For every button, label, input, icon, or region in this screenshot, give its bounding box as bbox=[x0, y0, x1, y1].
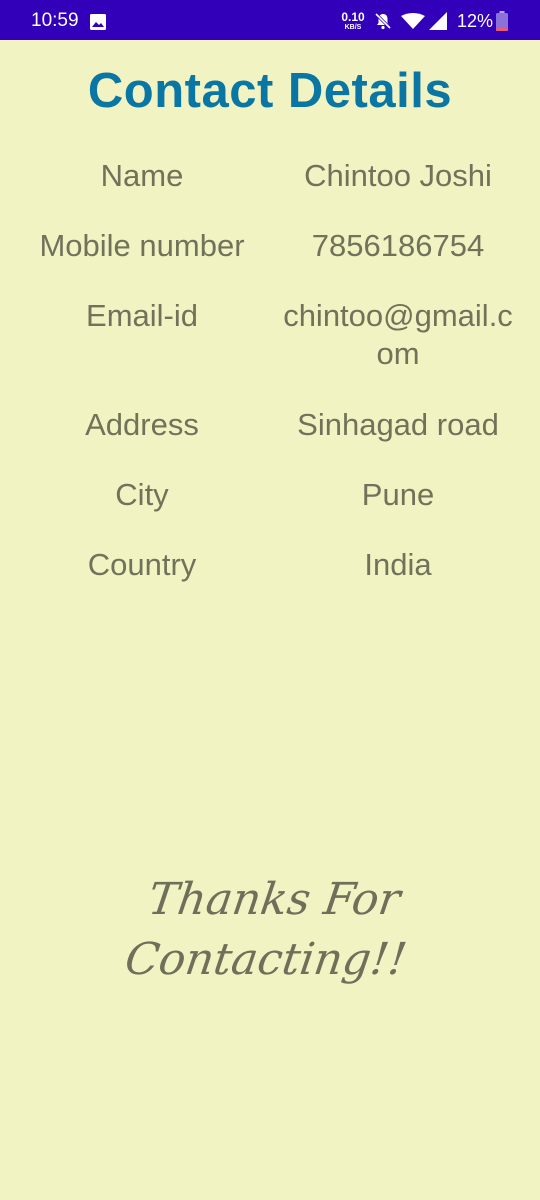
email-value: chintoo@gmail.com bbox=[283, 298, 513, 371]
city-value: Pune bbox=[361, 477, 435, 512]
name-value: Chintoo Joshi bbox=[304, 158, 492, 193]
network-speed: 0.10 KB/S bbox=[339, 11, 367, 31]
network-speed-value: 0.10 bbox=[341, 10, 365, 24]
wifi-icon bbox=[401, 13, 425, 29]
email-label: Email-id bbox=[86, 298, 198, 333]
mobile-number-label: Mobile number bbox=[39, 228, 245, 263]
address-value: Sinhagad road bbox=[297, 407, 499, 442]
country-label: Country bbox=[87, 547, 197, 582]
status-bar: 10:59 0.10 KB/S 12% bbox=[0, 0, 540, 40]
status-time: 10:59 bbox=[31, 10, 79, 31]
signal-icon bbox=[429, 12, 447, 30]
address-label: Address bbox=[85, 407, 199, 442]
network-speed-unit: KB/S bbox=[344, 24, 362, 31]
country-value: India bbox=[364, 547, 432, 582]
battery-icon bbox=[496, 11, 508, 31]
mute-icon bbox=[374, 12, 392, 30]
mobile-number-value: 7856186754 bbox=[311, 228, 485, 263]
page-title: Contact Details bbox=[87, 64, 453, 118]
gallery-icon bbox=[90, 14, 106, 30]
thanks-message: Thanks For Contacting!! bbox=[121, 874, 410, 985]
name-label: Name bbox=[100, 158, 184, 193]
battery-percent: 12% bbox=[457, 11, 494, 31]
city-label: City bbox=[115, 477, 169, 512]
